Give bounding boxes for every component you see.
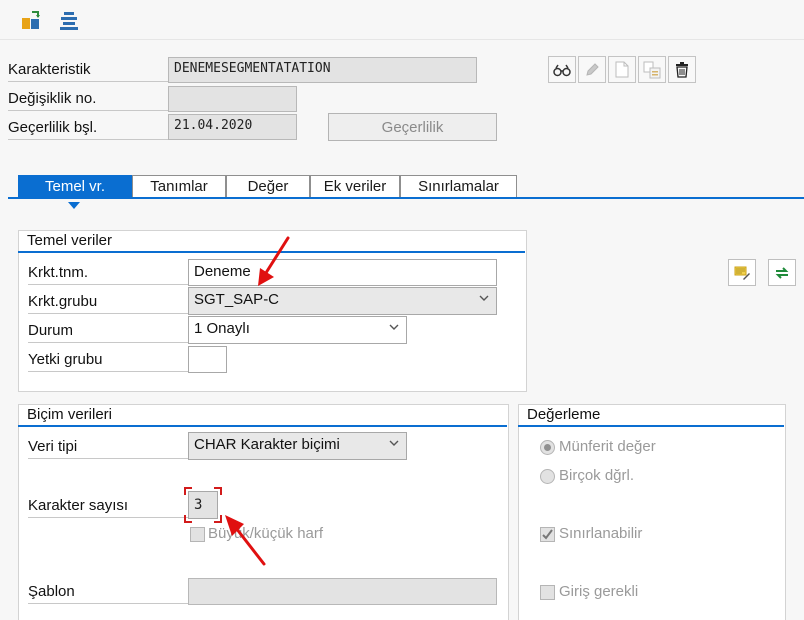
restrictable-checkbox[interactable]: [540, 527, 555, 542]
tab-label: Tanımlar: [150, 178, 208, 195]
hierarchy-icon[interactable]: [56, 8, 82, 34]
characteristic-group-select[interactable]: SGT_SAP-C: [188, 287, 497, 315]
restrictable-label: Sınırlanabilir: [559, 525, 643, 542]
tab-label: Değer: [247, 178, 289, 195]
edit-icon[interactable]: [578, 56, 606, 83]
description-input[interactable]: Deneme: [188, 259, 497, 286]
focus-marker-icon: [184, 487, 222, 523]
authorization-group-input[interactable]: [188, 346, 227, 373]
select-value: 1 Onaylı: [194, 320, 250, 337]
copy-icon[interactable]: [638, 56, 666, 83]
tab-strip-underline: [8, 197, 804, 199]
select-value: CHAR Karakter biçimi: [194, 436, 340, 453]
validity-button[interactable]: Geçerlilik: [328, 113, 497, 141]
annotation-arrow-icon: [258, 236, 290, 286]
chevron-down-icon: [389, 324, 399, 330]
template-field[interactable]: [188, 578, 497, 605]
change-number-field[interactable]: [168, 86, 297, 112]
single-value-radio[interactable]: [540, 440, 555, 455]
case-sensitive-checkbox[interactable]: [190, 527, 205, 542]
status-select[interactable]: 1 Onaylı: [188, 316, 407, 344]
tab-descriptions[interactable]: Tanımlar: [132, 175, 226, 197]
template-label: Şablon: [28, 580, 188, 604]
tab-restrictions[interactable]: Sınırlamalar: [400, 175, 517, 197]
refresh-icon[interactable]: [768, 259, 796, 286]
data-type-label: Veri tipi: [28, 435, 188, 459]
delete-icon[interactable]: [668, 56, 696, 83]
new-document-icon[interactable]: [608, 56, 636, 83]
checkmark-icon: [542, 529, 553, 540]
single-value-label: Münferit değer: [559, 438, 656, 455]
annotation-arrow-icon: [225, 515, 266, 566]
characteristic-label: Karakteristik: [8, 58, 168, 82]
display-icon[interactable]: [548, 56, 576, 83]
characteristic-field: DENEMESEGMENTATATION: [168, 57, 477, 83]
select-value: SGT_SAP-C: [194, 291, 280, 308]
multiple-values-label: Birçok dğrl.: [559, 467, 635, 484]
status-label: Durum: [28, 319, 188, 343]
valid-from-label: Geçerlilik bşl.: [8, 116, 168, 140]
tab-values[interactable]: Değer: [226, 175, 310, 197]
description-label: Krkt.tnm.: [28, 261, 188, 285]
entry-required-checkbox[interactable]: [540, 585, 555, 600]
entry-required-label: Giriş gerekli: [559, 583, 639, 600]
number-of-chars-label: Karakter sayısı: [28, 494, 188, 518]
authorization-group-label: Yetki grubu: [28, 348, 188, 372]
notes-icon[interactable]: [728, 259, 756, 286]
tab-label: Sınırlamalar: [418, 178, 499, 195]
format-data-title: Biçim verileri: [18, 404, 507, 427]
value-assignment-title: Değerleme: [518, 404, 784, 427]
change-number-label: Değişiklik no.: [8, 87, 168, 111]
tab-label: Ek veriler: [323, 178, 387, 195]
tab-basic-data[interactable]: Temel vr.: [18, 175, 132, 197]
tab-additional-data[interactable]: Ek veriler: [310, 175, 400, 197]
chevron-down-icon: [479, 295, 489, 301]
change-display-icon[interactable]: [18, 8, 44, 34]
multiple-values-radio[interactable]: [540, 469, 555, 484]
characteristic-group-label: Krkt.grubu: [28, 290, 188, 314]
active-tab-pointer: [68, 197, 80, 209]
data-type-select[interactable]: CHAR Karakter biçimi: [188, 432, 407, 460]
application-toolbar: [0, 0, 804, 40]
tab-label: Temel vr.: [44, 178, 105, 195]
valid-from-field[interactable]: 21.04.2020: [168, 114, 297, 140]
chevron-down-icon: [389, 440, 399, 446]
